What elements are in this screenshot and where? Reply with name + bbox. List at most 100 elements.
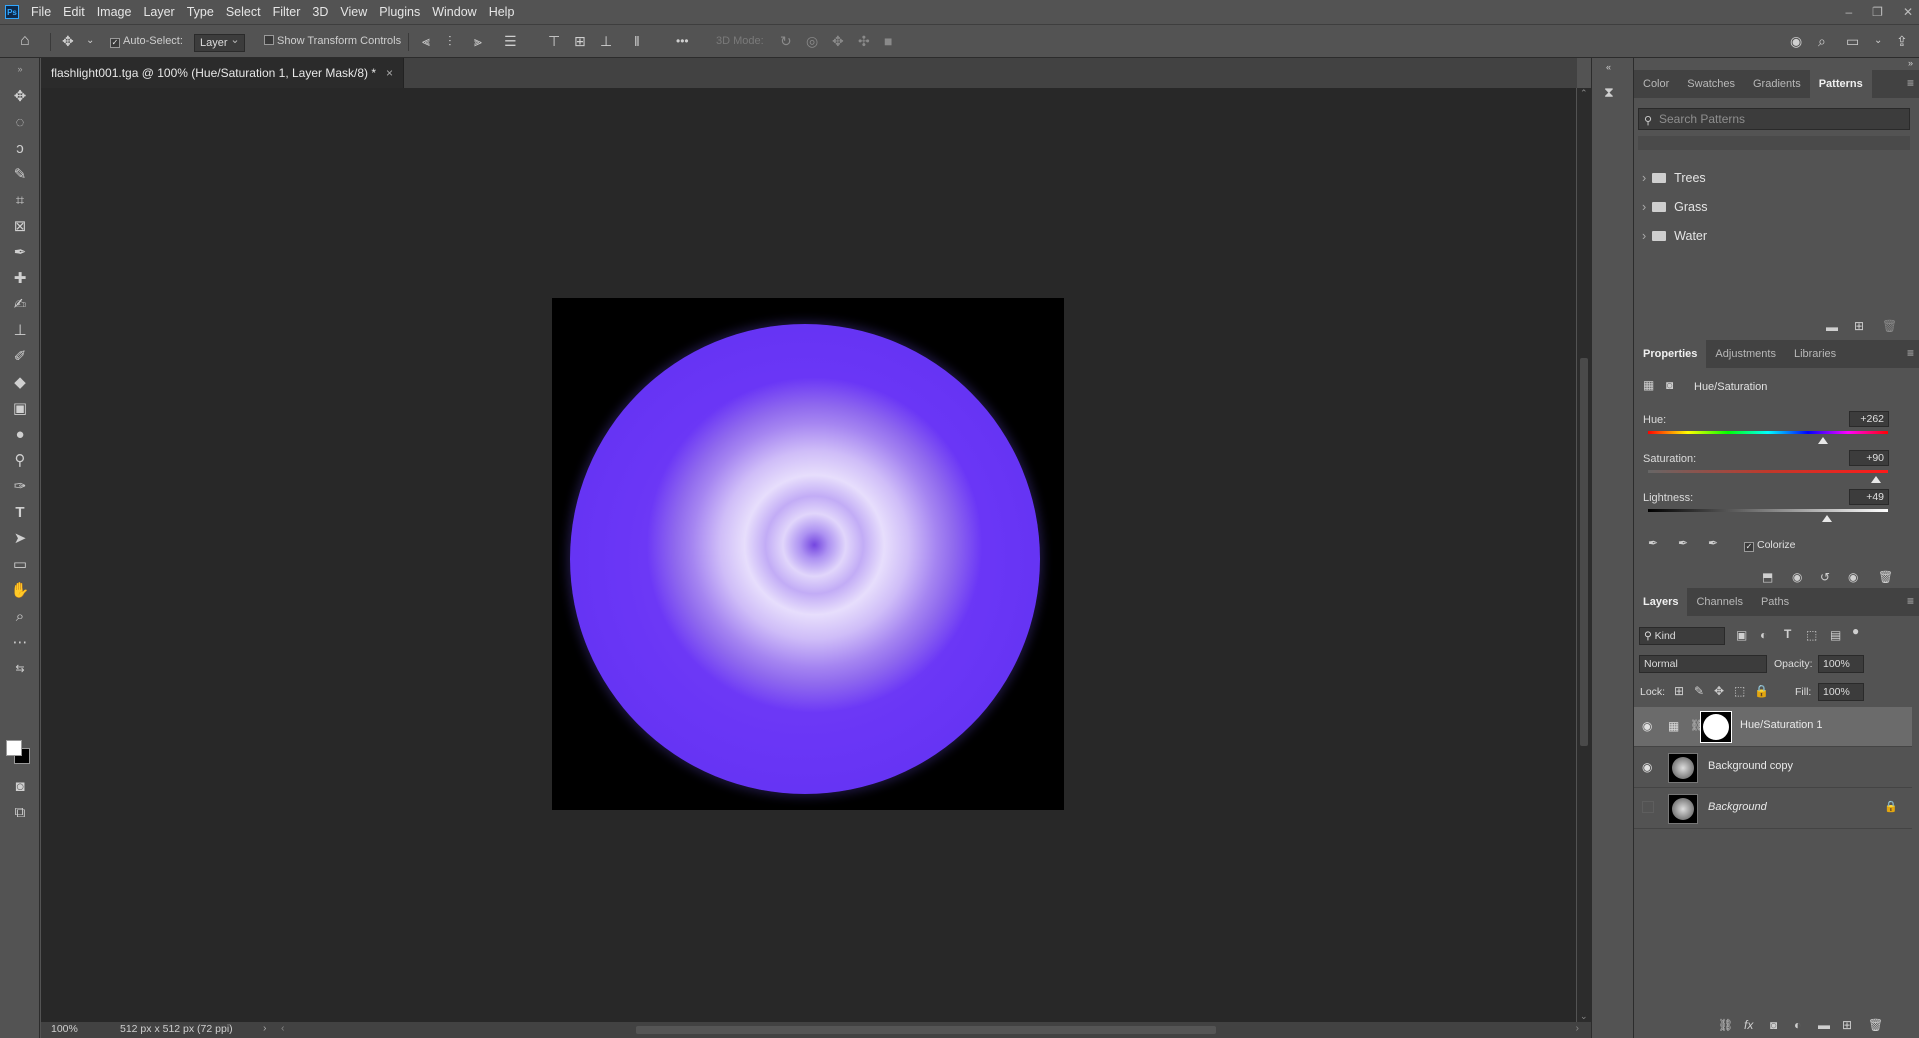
pen-tool-icon[interactable]: ✑: [8, 476, 32, 498]
toggle-visibility-icon[interactable]: ◉: [1848, 570, 1858, 584]
pattern-group-water[interactable]: › Water: [1642, 225, 1707, 247]
close-tab-icon[interactable]: ×: [386, 66, 393, 80]
workspace-chevron-down-icon[interactable]: ⌄: [1874, 33, 1882, 49]
hidden-visibility-box[interactable]: [1642, 801, 1654, 813]
vertical-scroll-thumb[interactable]: [1580, 358, 1588, 746]
layer-mask-thumbnail[interactable]: [1700, 711, 1732, 743]
vertical-scrollbar[interactable]: ⌃ ⌄: [1577, 88, 1591, 1022]
saturation-value-input[interactable]: +90: [1849, 450, 1889, 466]
type-tool-icon[interactable]: T: [8, 502, 32, 524]
3d-orbit-icon[interactable]: ↻: [780, 33, 792, 49]
hue-value-input[interactable]: +262: [1849, 411, 1889, 427]
align-center-icon[interactable]: ⫶: [448, 33, 452, 49]
export-icon[interactable]: ⇪: [1896, 33, 1908, 49]
menu-type[interactable]: Type: [181, 0, 220, 24]
rectangle-tool-icon[interactable]: ▭: [8, 554, 32, 576]
3d-camera-icon[interactable]: ■: [884, 33, 892, 49]
clip-to-layer-icon[interactable]: ⬒: [1762, 570, 1773, 584]
saturation-slider-track[interactable]: [1648, 470, 1888, 473]
align-bottom-icon[interactable]: ⊥: [600, 33, 612, 49]
adjustment-layer-icon[interactable]: ▦: [1643, 378, 1654, 392]
pattern-group-grass[interactable]: › Grass: [1642, 196, 1708, 218]
filter-shape-icon[interactable]: ⬚: [1806, 628, 1817, 642]
clone-stamp-tool-icon[interactable]: ⊥: [8, 320, 32, 342]
lasso-tool-icon[interactable]: ↄ: [8, 138, 32, 160]
close-window-icon[interactable]: ✕: [1903, 5, 1913, 19]
document-dimensions[interactable]: 512 px x 512 px (72 ppi): [120, 1023, 233, 1035]
panel-menu-icon[interactable]: ≡: [1907, 346, 1914, 360]
eye-icon[interactable]: ◉: [1642, 760, 1652, 774]
tab-layers[interactable]: Layers: [1634, 588, 1688, 616]
blur-tool-icon[interactable]: ●: [8, 424, 32, 446]
auto-select-checkbox[interactable]: ✓ Auto-Select:: [110, 33, 183, 49]
show-transform-checkbox[interactable]: Show Transform Controls: [264, 33, 401, 49]
zoom-tool-icon[interactable]: ⌕: [8, 606, 32, 628]
pattern-group-trees[interactable]: › Trees: [1642, 167, 1706, 189]
tab-channels[interactable]: Channels: [1687, 588, 1751, 616]
opacity-input[interactable]: 100%: [1818, 655, 1864, 673]
new-pattern-icon[interactable]: ⊞: [1854, 319, 1864, 333]
new-group-icon[interactable]: ▬: [1818, 1018, 1830, 1032]
zoom-level[interactable]: 100%: [51, 1023, 78, 1035]
collapse-panels-icon[interactable]: »: [1908, 58, 1913, 68]
marquee-tool-icon[interactable]: ◌: [8, 112, 32, 134]
filter-smart-object-icon[interactable]: ▤: [1830, 628, 1841, 642]
home-icon[interactable]: ⌂: [20, 33, 30, 49]
move-tool-preset-icon[interactable]: ✥: [62, 33, 74, 49]
layer-row-background[interactable]: Background 🔒: [1634, 789, 1912, 829]
delete-adjustment-icon[interactable]: 🗑: [1878, 570, 1893, 584]
distribute-vertical-icon[interactable]: ☰: [504, 33, 517, 49]
move-tool-icon[interactable]: ✥: [8, 86, 32, 108]
eye-icon[interactable]: ◉: [1642, 719, 1652, 733]
layer-row-hue-saturation[interactable]: ◉ ▦ ⛓ Hue/Saturation 1: [1634, 707, 1912, 747]
auto-select-target-dropdown[interactable]: Layer: [194, 33, 245, 52]
delete-layer-icon[interactable]: 🗑: [1868, 1018, 1883, 1032]
saturation-slider-knob[interactable]: [1871, 476, 1881, 483]
align-right-icon[interactable]: ⫸: [474, 33, 482, 49]
align-middle-icon[interactable]: ⊞: [574, 33, 586, 49]
eyedropper-icon[interactable]: ✒: [1648, 536, 1658, 550]
path-selection-tool-icon[interactable]: ➤: [8, 528, 32, 550]
distribute-horizontal-icon[interactable]: ‖: [634, 33, 640, 49]
tab-patterns[interactable]: Patterns: [1809, 70, 1872, 98]
gradient-tool-icon[interactable]: ▣: [8, 398, 32, 420]
align-left-icon[interactable]: ⫷: [422, 33, 430, 49]
menu-file[interactable]: File: [25, 0, 57, 24]
healing-brush-tool-icon[interactable]: ✚: [8, 268, 32, 290]
menu-3d[interactable]: 3D: [306, 0, 334, 24]
hue-slider-track[interactable]: [1648, 431, 1888, 434]
edit-toolbar-icon[interactable]: ⋯: [8, 632, 32, 654]
lightness-slider-knob[interactable]: [1821, 515, 1832, 522]
document-tab[interactable]: flashlight001.tga @ 100% (Hue/Saturation…: [41, 58, 405, 88]
crop-tool-icon[interactable]: ⌗: [8, 190, 32, 212]
status-arrow-icon[interactable]: ›: [263, 1022, 267, 1034]
menu-edit[interactable]: Edit: [57, 0, 91, 24]
eyedropper-tool-icon[interactable]: ✒: [8, 242, 32, 264]
lock-position-icon[interactable]: ✥: [1714, 684, 1724, 698]
tab-libraries[interactable]: Libraries: [1785, 340, 1845, 368]
menu-view[interactable]: View: [334, 0, 373, 24]
new-adjustment-icon[interactable]: ◐: [1794, 1018, 1801, 1032]
collapse-tools-icon[interactable]: »: [8, 58, 32, 80]
dodge-tool-icon[interactable]: ⚲: [8, 450, 32, 472]
tab-swatches[interactable]: Swatches: [1678, 70, 1744, 98]
brush-tool-icon[interactable]: ✍: [8, 294, 32, 316]
scroll-down-icon[interactable]: ⌄: [1580, 1011, 1588, 1022]
menu-filter[interactable]: Filter: [267, 0, 307, 24]
frame-tool-icon[interactable]: ⊠: [8, 216, 32, 238]
panel-menu-icon[interactable]: ≡: [1907, 76, 1914, 90]
3d-pan-icon[interactable]: ✥: [832, 33, 844, 49]
quick-mask-icon[interactable]: ◙: [8, 776, 32, 798]
tab-adjustments[interactable]: Adjustments: [1706, 340, 1785, 368]
link-layers-icon[interactable]: ⛓: [1718, 1018, 1733, 1032]
lock-transparent-icon[interactable]: ⊞: [1674, 684, 1684, 698]
scroll-right-icon[interactable]: ›: [1576, 1022, 1580, 1034]
minimize-icon[interactable]: –: [1845, 5, 1852, 19]
align-top-icon[interactable]: ⊤: [548, 33, 560, 49]
search-icon[interactable]: ⌕: [1818, 33, 1826, 49]
filter-type-icon[interactable]: T: [1784, 627, 1791, 641]
layer-mask-icon[interactable]: ◙: [1666, 378, 1673, 392]
lock-image-icon[interactable]: ✎: [1694, 684, 1704, 698]
horizontal-scroll-thumb[interactable]: [636, 1026, 1216, 1034]
layer-filter-dropdown[interactable]: ⚲ Kind: [1639, 627, 1725, 645]
